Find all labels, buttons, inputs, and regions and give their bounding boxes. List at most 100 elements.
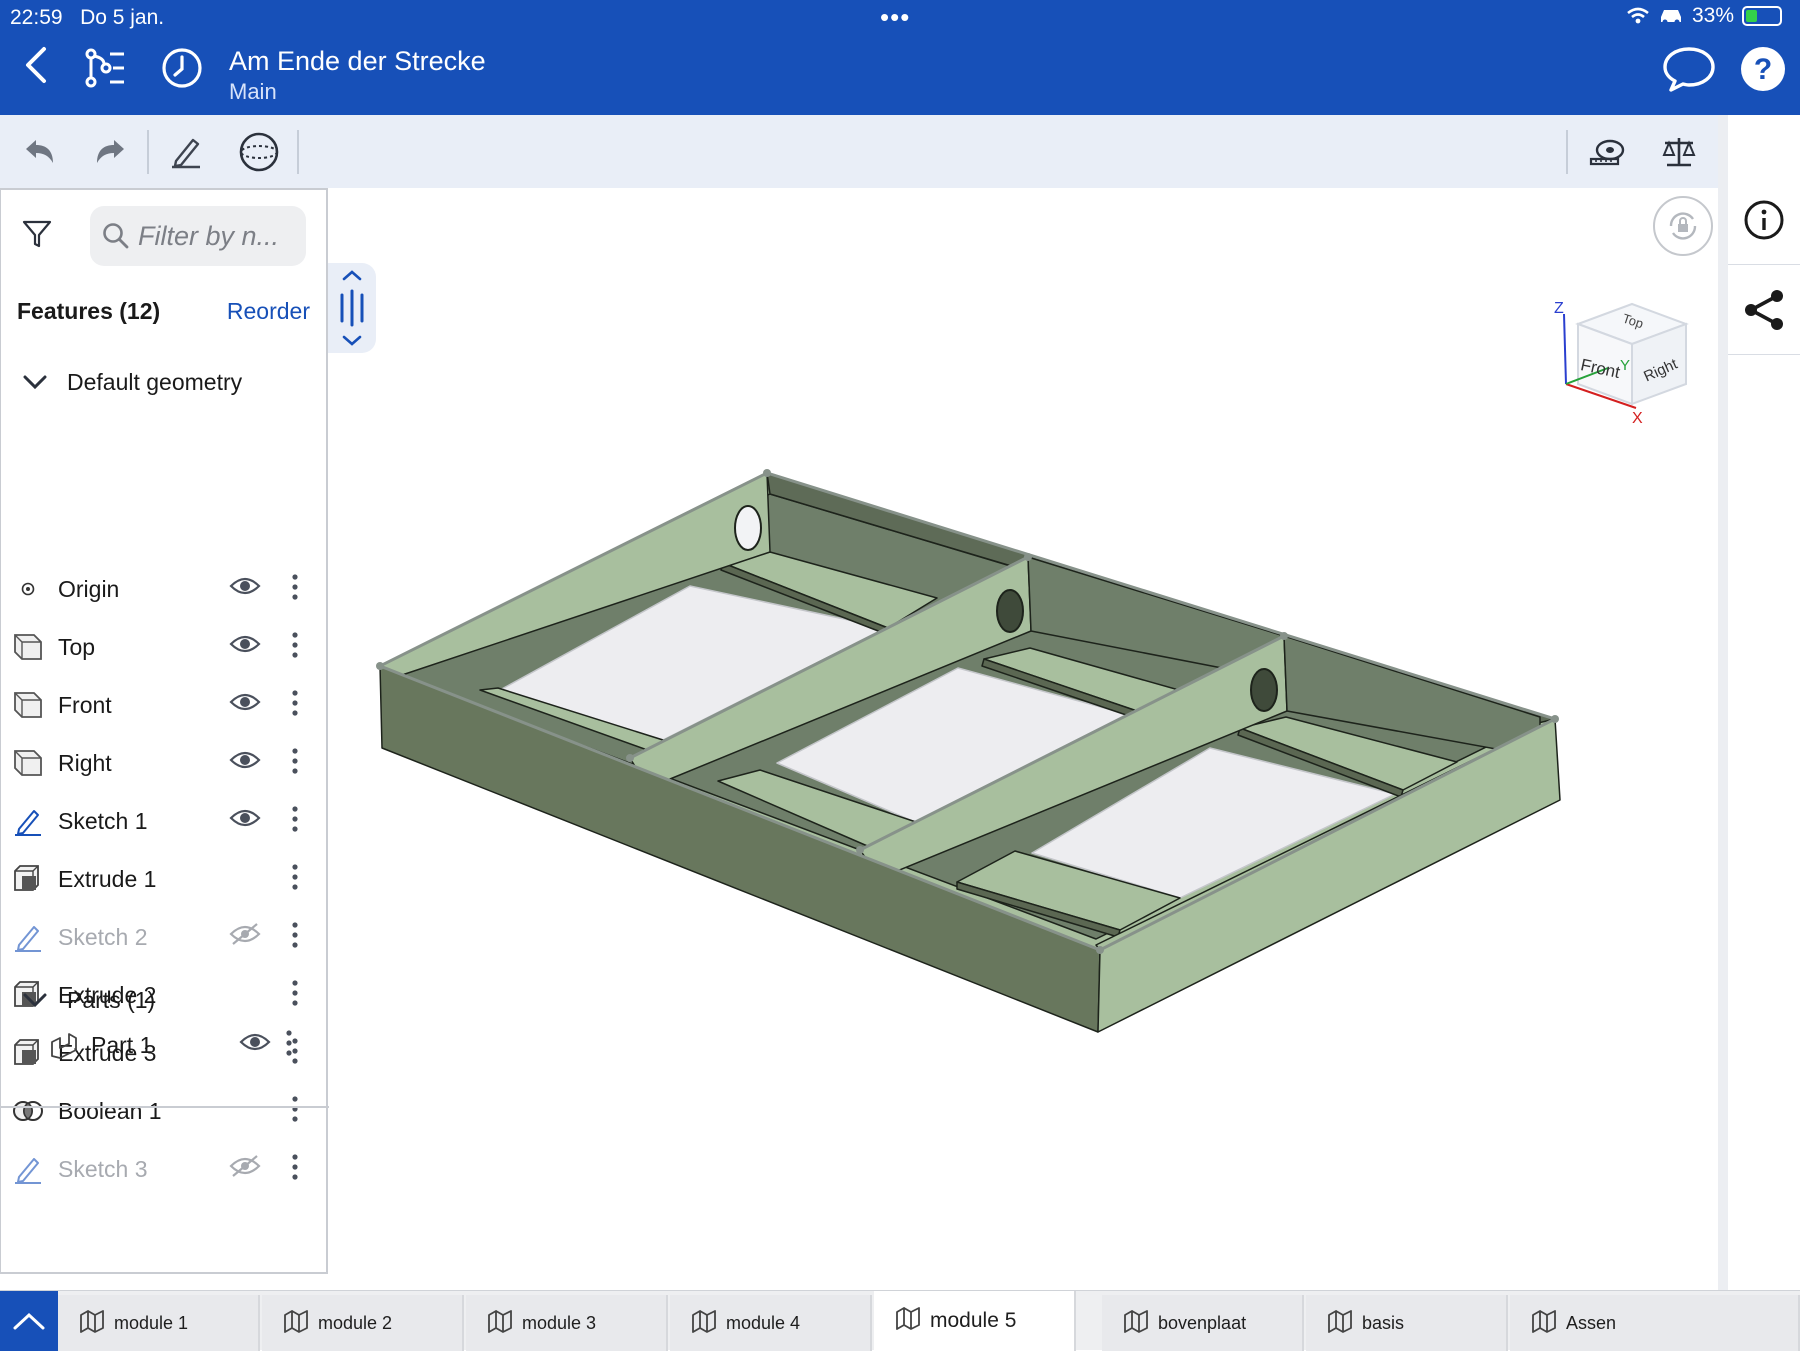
history-clock-icon[interactable]	[160, 46, 204, 95]
document-title[interactable]: Am Ende der Strecke	[229, 46, 486, 77]
search-box[interactable]	[90, 206, 306, 266]
tab-module-2[interactable]: module 2	[262, 1295, 464, 1351]
more-options-icon[interactable]	[283, 1028, 295, 1063]
reorder-button[interactable]: Reorder	[227, 298, 310, 325]
status-indicators: 33%	[1626, 4, 1782, 28]
part-label: Part 1	[91, 1031, 153, 1058]
feature-row[interactable]: Sketch 3	[1, 1136, 327, 1202]
help-icon[interactable]: ?	[1740, 46, 1786, 97]
search-icon	[103, 223, 129, 249]
part-row[interactable]: Part 1	[1, 1012, 327, 1078]
search-input[interactable]	[138, 220, 298, 252]
tab-module-3[interactable]: module 3	[466, 1295, 668, 1351]
feature-row[interactable]: Sketch 1	[1, 788, 327, 854]
measure-tape-icon[interactable]	[1584, 129, 1630, 175]
axis-x-label: X	[1632, 410, 1643, 426]
feature-label: Sketch 1	[58, 807, 148, 834]
more-options-icon[interactable]	[289, 862, 301, 897]
view-cube[interactable]: Top Front Right Z Y X	[1550, 296, 1700, 427]
eye-icon[interactable]	[229, 748, 261, 777]
tab-assen[interactable]: Assen	[1510, 1295, 1800, 1351]
feature-label: Boolean 1	[58, 1097, 162, 1124]
status-time-text: 22:59	[10, 6, 63, 29]
more-options-icon[interactable]	[289, 572, 301, 607]
comments-icon[interactable]	[1662, 46, 1716, 97]
panel-collapse-handle[interactable]	[328, 263, 376, 353]
feature-row[interactable]: Sketch 2	[1, 904, 327, 970]
tab-label: module 3	[522, 1312, 597, 1333]
plane-icon	[11, 630, 45, 664]
feature-label: Extrude 1	[58, 865, 157, 892]
sketch-icon	[11, 920, 45, 954]
feature-row[interactable]: Top	[1, 614, 327, 680]
version-graph-icon[interactable]	[84, 48, 126, 93]
tab-label: module 5	[930, 1309, 1017, 1332]
eye-icon[interactable]	[229, 690, 261, 719]
display-mode-icon[interactable]	[236, 129, 282, 175]
tab-module-5[interactable]: module 5	[874, 1291, 1076, 1351]
feature-row[interactable]: Origin	[1, 560, 327, 622]
part-icon	[47, 1028, 81, 1062]
eye-icon[interactable]	[229, 806, 261, 835]
feature-label: Sketch 2	[58, 923, 148, 950]
undo-icon[interactable]	[16, 129, 62, 175]
tab-bovenplaat[interactable]: bovenplaat	[1102, 1295, 1304, 1351]
axis-y-label: Y	[1620, 357, 1630, 374]
tab-bar-expand-icon[interactable]	[0, 1291, 58, 1351]
feature-label: Sketch 3	[58, 1155, 148, 1182]
info-icon[interactable]	[1728, 175, 1800, 265]
feature-row[interactable]: Right	[1, 730, 327, 796]
feature-row[interactable]: Front	[1, 672, 327, 738]
more-options-icon[interactable]	[289, 688, 301, 723]
toolbar	[0, 115, 1718, 188]
tab-module-4[interactable]: module 4	[670, 1295, 872, 1351]
part-studio-icon	[78, 1307, 106, 1340]
tab-label: module 2	[318, 1312, 393, 1333]
redo-icon[interactable]	[88, 129, 134, 175]
share-icon[interactable]	[1728, 265, 1800, 355]
more-options-icon[interactable]	[289, 1152, 301, 1187]
eye-hidden-icon[interactable]	[229, 922, 261, 951]
eye-icon[interactable]	[229, 632, 261, 661]
default-geometry-group[interactable]: Default geometry	[1, 360, 327, 404]
3d-viewport[interactable]: Top Front Right Z Y X	[328, 188, 1718, 1290]
back-icon[interactable]	[22, 45, 52, 90]
part-model[interactable]	[328, 188, 1718, 1290]
features-heading: Features (12)	[17, 298, 161, 324]
tab-module-1[interactable]: module 1	[58, 1295, 260, 1351]
tab-bar: module 1 module 2 module 3 module 4 module 5…	[0, 1290, 1800, 1351]
more-options-icon[interactable]	[289, 746, 301, 781]
tab-label: module 1	[114, 1312, 189, 1333]
eye-hidden-icon[interactable]	[229, 1154, 261, 1183]
right-panel	[1728, 115, 1800, 1290]
feature-row[interactable]: Extrude 1	[1, 846, 327, 912]
multitask-dots-icon[interactable]: •••	[880, 2, 910, 33]
feature-label: Origin	[58, 575, 120, 602]
feature-panel: Features (12) Reorder Default geometry O…	[0, 188, 329, 1274]
mass-properties-scale-icon[interactable]	[1656, 129, 1702, 175]
sketch-pencil-icon[interactable]	[163, 129, 209, 175]
part-studio-icon	[486, 1307, 514, 1340]
eye-icon[interactable]	[229, 574, 261, 603]
sketch-icon	[11, 804, 45, 838]
tab-basis[interactable]: basis	[1306, 1295, 1508, 1351]
rotation-lock-icon[interactable]	[1653, 196, 1713, 256]
feature-list: Origin Top Front Right Sketch 1 Extrude 1 Sket…	[1, 560, 327, 1298]
part-studio-icon	[1326, 1307, 1354, 1340]
more-options-icon[interactable]	[289, 804, 301, 839]
eye-icon[interactable]	[239, 1030, 271, 1059]
filter-icon[interactable]	[21, 218, 53, 255]
status-date: Do 5 jan.	[80, 6, 165, 29]
more-options-icon[interactable]	[289, 1094, 301, 1129]
axis-z-label: Z	[1554, 300, 1564, 317]
group-label: Default geometry	[67, 368, 243, 395]
chevron-down-icon	[23, 375, 47, 390]
plane-icon	[11, 746, 45, 780]
feature-row[interactable]: Boolean 1	[1, 1078, 327, 1144]
part-studio-icon	[282, 1307, 310, 1340]
workspace-name[interactable]: Main	[229, 79, 277, 105]
group-label: Parts (1)	[67, 986, 156, 1013]
tab-label: Assen	[1566, 1312, 1617, 1333]
more-options-icon[interactable]	[289, 920, 301, 955]
more-options-icon[interactable]	[289, 630, 301, 665]
